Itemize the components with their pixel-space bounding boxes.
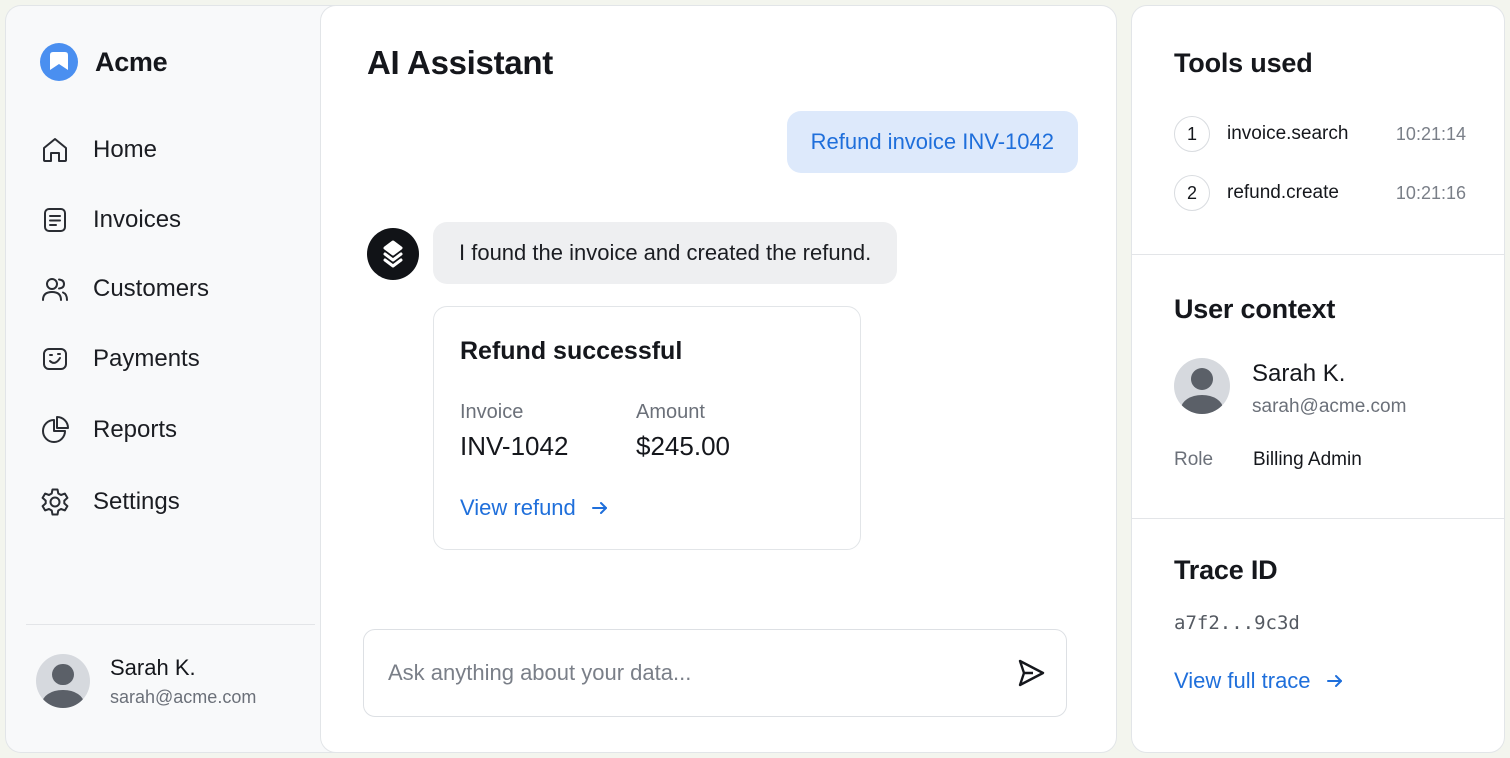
- send-icon: [1018, 659, 1045, 687]
- sidebar-item-label: Invoices: [93, 206, 182, 233]
- pie-chart-icon: [42, 416, 69, 443]
- sidebar-item-label: Home: [93, 136, 158, 163]
- avatar: [1174, 358, 1230, 414]
- section-divider: [1132, 518, 1504, 519]
- step-number: 2: [1174, 175, 1210, 211]
- step-number: 1: [1174, 116, 1210, 152]
- invoice-label: Invoice: [460, 401, 524, 423]
- section-divider: [1132, 254, 1504, 255]
- tool-row[interactable]: 1 invoice.search 10:21:14: [1174, 116, 1466, 152]
- sidebar-divider: [26, 624, 315, 625]
- tool-name: invoice.search: [1227, 123, 1349, 144]
- sidebar-item-label: Customers: [93, 275, 210, 302]
- sidebar-item-home[interactable]: Home: [39, 128, 299, 172]
- avatar: [36, 654, 90, 708]
- role-value: Billing Admin: [1253, 449, 1362, 470]
- tool-time: 10:21:16: [1395, 182, 1466, 203]
- context-user-name: Sarah K.: [1252, 360, 1346, 387]
- chat-composer: [363, 629, 1067, 717]
- user-message: Refund invoice INV-1042: [786, 111, 1078, 173]
- sidebar-item-customers[interactable]: Customers: [39, 267, 299, 311]
- tool-time: 10:21:14: [1395, 123, 1466, 144]
- view-refund-label: View refund: [460, 495, 576, 520]
- tool-name: refund.create: [1227, 182, 1339, 203]
- assistant-avatar: [367, 228, 419, 280]
- arrow-right-icon: [591, 502, 607, 514]
- amount-label: Amount: [636, 401, 705, 423]
- user-name: Sarah K.: [110, 654, 196, 680]
- context-user: Sarah K. sarah@acme.com: [1174, 358, 1406, 418]
- assistant-logo-icon: [383, 240, 403, 268]
- sidebar-item-payments[interactable]: Payments: [39, 337, 299, 381]
- send-button[interactable]: [1012, 654, 1050, 692]
- chat-input[interactable]: [388, 630, 988, 716]
- page-title: AI Assistant: [367, 44, 553, 81]
- view-refund-link[interactable]: View refund: [460, 495, 610, 521]
- acme-logo-icon: [40, 43, 78, 81]
- sidebar-item-reports[interactable]: Reports: [39, 408, 299, 452]
- invoice-icon: [44, 208, 66, 232]
- context-user-email: sarah@acme.com: [1252, 396, 1407, 417]
- refund-result-card: Refund successful Invoice INV-1042 Amoun…: [433, 306, 861, 550]
- view-full-trace-label: View full trace: [1174, 668, 1311, 693]
- chat-panel: AI Assistant Refund invoice INV-1042 I f…: [320, 5, 1117, 753]
- sidebar: Acme Home Invoices Customers Payments Re…: [5, 5, 335, 753]
- sidebar-user[interactable]: Sarah K. sarah@acme.com: [36, 654, 256, 708]
- user-email: sarah@acme.com: [110, 686, 257, 707]
- tools-used-heading: Tools used: [1174, 48, 1313, 78]
- user-context-heading: User context: [1174, 294, 1336, 324]
- sidebar-item-label: Settings: [93, 488, 180, 515]
- sidebar-item-settings[interactable]: Settings: [39, 480, 299, 524]
- sidebar-item-label: Payments: [93, 345, 200, 372]
- amount-value: $245.00: [636, 431, 730, 461]
- brand[interactable]: Acme: [39, 42, 168, 82]
- card-title: Refund successful: [460, 337, 683, 365]
- details-panel: Tools used 1 invoice.search 10:21:14 2 r…: [1131, 5, 1505, 753]
- view-full-trace-link[interactable]: View full trace: [1174, 668, 1345, 694]
- invoice-value: INV-1042: [460, 431, 569, 461]
- arrow-right-icon: [1326, 675, 1342, 687]
- sidebar-item-label: Reports: [93, 416, 178, 443]
- payment-icon: [43, 348, 67, 370]
- tool-row[interactable]: 2 refund.create 10:21:16: [1174, 175, 1466, 211]
- trace-id-value: a7f2...9c3d: [1174, 612, 1300, 634]
- gear-icon: [41, 488, 69, 516]
- assistant-message: I found the invoice and created the refu…: [433, 222, 898, 284]
- sidebar-item-invoices[interactable]: Invoices: [39, 198, 299, 242]
- role-label: Role: [1174, 449, 1214, 470]
- trace-id-heading: Trace ID: [1174, 555, 1278, 585]
- home-icon: [43, 138, 67, 162]
- users-icon: [42, 278, 68, 301]
- app-name: Acme: [95, 46, 168, 77]
